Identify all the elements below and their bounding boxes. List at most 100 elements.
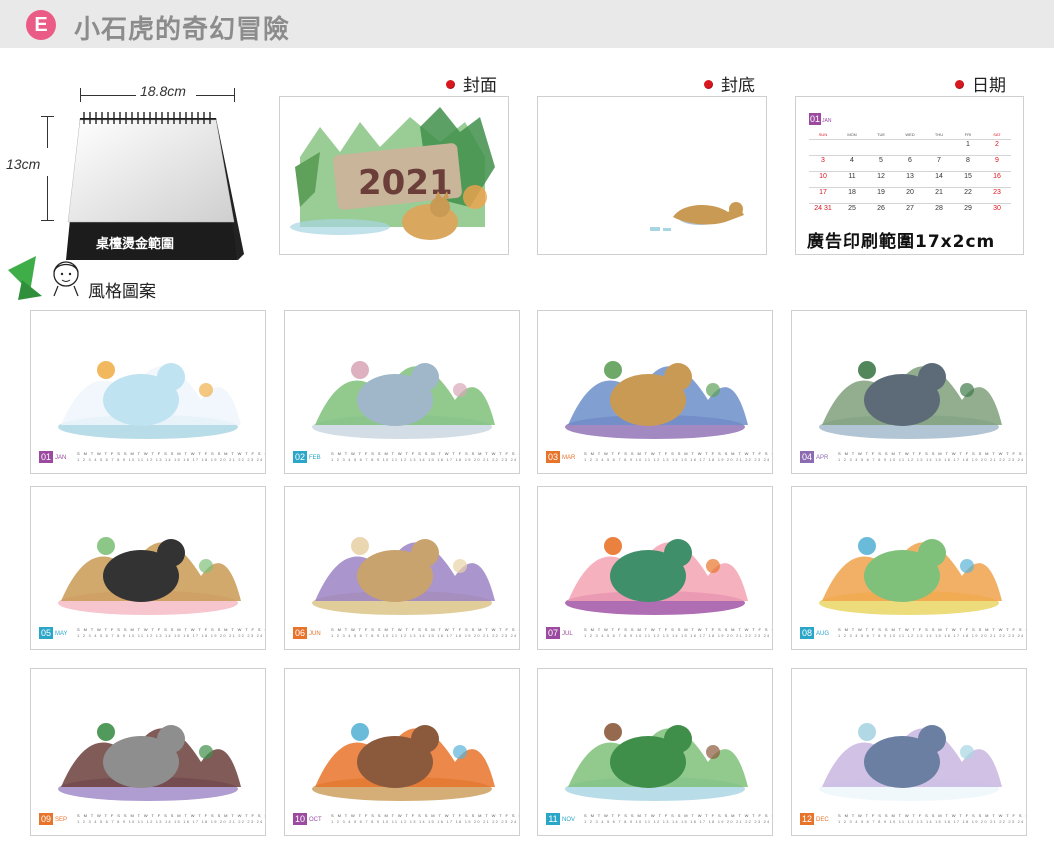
month-number: 09	[39, 813, 53, 825]
mini-day-cell: 11	[848, 173, 856, 180]
width-tick-right	[234, 88, 235, 102]
mini-day-cell: 22	[964, 189, 972, 196]
bullet-dot-icon	[446, 80, 455, 89]
month-strip: 06 JUN S M T W T F S S M T W T F S S M T W…	[293, 627, 519, 639]
month-number: 03	[546, 451, 560, 463]
height-tick-bottom	[41, 220, 54, 221]
weekday-strip: S M T W T F S S M T W T F S S M T W T F …	[331, 813, 519, 818]
date-strip: 1 2 3 4 5 6 7 8 9 10 11 12 13 14 15 16 1…	[838, 457, 1026, 462]
mini-day-cell: 20	[906, 189, 914, 196]
stamp-area-label: 桌檯燙金範圍	[96, 237, 175, 252]
month-illustration	[312, 361, 495, 439]
date-label: 日期	[955, 71, 1006, 96]
page-header: E 小石虎的奇幻冒險	[0, 0, 1054, 48]
mini-day-cell: 5	[879, 157, 883, 164]
mini-day-cell: 10	[819, 173, 827, 180]
month-name: NOV	[562, 817, 576, 823]
width-tick-left	[80, 88, 81, 102]
height-dimension: 13cm	[6, 156, 41, 172]
month-illustration	[819, 723, 1002, 801]
mini-weekday: MON	[847, 132, 857, 137]
month-card-sep: 09 SEP S M T W T F S S M T W T F S S M T W…	[30, 668, 266, 836]
date-strip: 1 2 3 4 5 6 7 8 9 10 11 12 13 14 15 16 1…	[838, 819, 1026, 824]
month-card-feb: 02 FEB S M T W T F S S M T W T F S S M T W…	[284, 310, 520, 474]
month-card-aug: 08 AUG S M T W T F S S M T W T F S S M T W…	[791, 486, 1027, 650]
month-card-jan: 01 JAN S M T W T F S S M T W T F S S M T W…	[30, 310, 266, 474]
date-strip: 1 2 3 4 5 6 7 8 9 10 11 12 13 14 15 16 1…	[584, 633, 772, 638]
leaf-doodle-icon	[8, 256, 79, 300]
month-name: OCT	[309, 817, 322, 823]
mini-week-row: 12	[809, 139, 1011, 153]
date-strip: 1 2 3 4 5 6 7 8 9 10 11 12 13 14 15 16 1…	[331, 633, 519, 638]
back-illustration	[650, 202, 744, 231]
weekday-strip: S M T W T F S S M T W T F S S M T W T F …	[77, 627, 265, 632]
mini-week-row: 17 18 19 20 21 22 23	[809, 187, 1011, 201]
section-badge: E	[26, 10, 56, 40]
mini-day-cell: 23	[993, 189, 1001, 196]
month-illustration	[565, 361, 748, 439]
month-name: MAR	[562, 455, 576, 461]
month-strip: 11 NOV S M T W T F S S M T W T F S S M T W…	[546, 813, 772, 825]
back-sample	[537, 96, 767, 255]
month-illustration	[58, 537, 241, 615]
month-strip: 01 JAN S M T W T F S S M T W T F S S M T W…	[39, 451, 265, 463]
date-strip: 1 2 3 4 5 6 7 8 9 10 11 12 13 14 15 16 1…	[331, 457, 519, 462]
mini-day-cell: 15	[964, 173, 972, 180]
bullet-dot-icon	[955, 80, 964, 89]
month-name: MAY	[55, 631, 68, 637]
weekday-strip: S M T W T F S S M T W T F S S M T W T F …	[838, 451, 1026, 456]
month-illustration	[312, 723, 495, 801]
month-illustration	[312, 537, 495, 615]
width-line-left	[80, 95, 136, 96]
height-tick-top	[41, 116, 54, 117]
mini-weekday: WED	[905, 132, 915, 137]
month-number: 04	[800, 451, 814, 463]
month-name: APR	[816, 455, 829, 461]
mini-weekday: TUE	[877, 132, 885, 137]
width-dimension: 18.8cm	[140, 83, 186, 99]
mini-day-cell: 30	[993, 205, 1001, 212]
mini-day-cell: 21	[935, 189, 943, 196]
month-number: 08	[800, 627, 814, 639]
month-strip: 09 SEP S M T W T F S S M T W T F S S M T W…	[39, 813, 265, 825]
month-name: AUG	[816, 631, 830, 637]
mini-day-cell: 3	[821, 157, 825, 164]
mini-day-cell: 8	[966, 157, 970, 164]
mini-weekday-row: SUN MON TUE WED THU FRI SAT	[809, 131, 1011, 139]
month-number: 07	[546, 627, 560, 639]
month-card-nov: 11 NOV S M T W T F S S M T W T F S S M T W…	[537, 668, 773, 836]
weekday-strip: S M T W T F S S M T W T F S S M T W T F …	[584, 627, 772, 632]
weekday-strip: S M T W T F S S M T W T F S S M T W T F …	[584, 451, 772, 456]
mini-week-row: 24 31 25 26 27 28 29 30	[809, 203, 1011, 217]
month-card-jul: 07 JUL S M T W T F S S M T W T F S S M T W…	[537, 486, 773, 650]
height-line-bottom	[47, 176, 48, 220]
month-illustration	[58, 361, 241, 439]
date-strip: 1 2 3 4 5 6 7 8 9 10 11 12 13 14 15 16 1…	[77, 819, 265, 824]
ad-area-text: 廣告印刷範圍17x2cm	[807, 232, 996, 252]
mini-day-cell: 28	[935, 205, 943, 212]
page-title: 小石虎的奇幻冒險	[74, 15, 291, 45]
month-illustration	[58, 723, 241, 801]
weekday-strip: S M T W T F S S M T W T F S S M T W T F …	[77, 451, 265, 456]
month-illustration	[819, 361, 1002, 439]
month-card-mar: 03 MAR S M T W T F S S M T W T F S S M T W…	[537, 310, 773, 474]
mini-day-cell: 16	[993, 173, 1001, 180]
mini-day-cell: 27	[906, 205, 914, 212]
mini-day-cell: 12	[877, 173, 885, 180]
month-name: FEB	[309, 455, 321, 461]
month-number: 01	[39, 451, 53, 463]
mini-day-cell: 9	[995, 157, 999, 164]
date-strip: 1 2 3 4 5 6 7 8 9 10 11 12 13 14 15 16 1…	[331, 819, 519, 824]
mini-day-cell: 25	[848, 205, 856, 212]
month-name: JAN	[55, 455, 67, 461]
month-strip: 12 DEC S M T W T F S S M T W T F S S M T W…	[800, 813, 1026, 825]
mini-month-number: 01	[809, 113, 821, 125]
date-strip: 1 2 3 4 5 6 7 8 9 10 11 12 13 14 15 16 1…	[77, 633, 265, 638]
date-strip: 1 2 3 4 5 6 7 8 9 10 11 12 13 14 15 16 1…	[584, 819, 772, 824]
month-strip: 05 MAY S M T W T F S S M T W T F S S M T W…	[39, 627, 265, 639]
back-label: 封底	[704, 71, 755, 96]
month-number: 02	[293, 451, 307, 463]
mini-day-cell: 4	[850, 157, 854, 164]
mini-weekday: SUN	[818, 132, 828, 137]
month-strip: 02 FEB S M T W T F S S M T W T F S S M T W…	[293, 451, 519, 463]
